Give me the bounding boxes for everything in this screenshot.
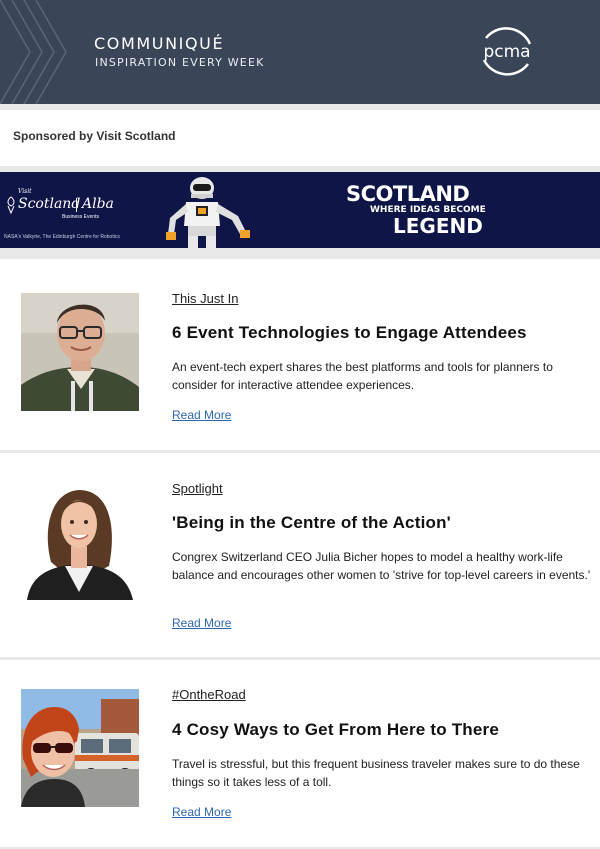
woman-portrait-photo — [21, 482, 139, 600]
banner-scotland-text: Scotland — [18, 196, 81, 212]
man-with-glasses-photo — [21, 293, 139, 411]
saltire-crest-icon — [7, 196, 15, 214]
sponsor-label: Sponsored by Visit Scotland — [13, 129, 176, 143]
article-card: Spotlight 'Being in the Centre of the Ac… — [0, 453, 600, 657]
chevron-decoration-icon — [0, 0, 67, 104]
visit-scotland-banner[interactable]: Visit Scotland Alba Business Events NASA… — [0, 172, 600, 248]
article-title[interactable]: 6 Event Technologies to Engage Attendees — [172, 323, 527, 343]
article-category-link[interactable]: #OntheRoad — [172, 687, 246, 702]
article-description: Congrex Switzerland CEO Julia Bicher hop… — [172, 550, 591, 582]
newsletter-title: COMMUNIQUÉ — [94, 34, 225, 53]
read-more-link[interactable]: Read More — [172, 408, 231, 422]
article-card: #OntheRoad 4 Cosy Ways to Get From Here … — [0, 660, 600, 847]
newsletter-header: COMMUNIQUÉ INSPIRATION EVERY WEEK pcma — [0, 0, 600, 104]
pcma-logo[interactable]: pcma — [474, 24, 538, 80]
article-title[interactable]: 4 Cosy Ways to Get From Here to There — [172, 720, 499, 740]
article-thumbnail[interactable] — [21, 689, 139, 807]
article-description: Travel is stressful, but this frequent b… — [172, 757, 580, 789]
banner-logo-divider — [76, 198, 77, 212]
article-category-link[interactable]: Spotlight — [172, 481, 223, 496]
sponsor-bar: Sponsored by Visit Scotland — [0, 110, 600, 166]
article-title[interactable]: 'Being in the Centre of the Action' — [172, 513, 451, 533]
pcma-logo-text: pcma — [483, 42, 530, 62]
newsletter-page: COMMUNIQUÉ INSPIRATION EVERY WEEK pcma S… — [0, 0, 600, 849]
read-more-link[interactable]: Read More — [172, 805, 231, 819]
newsletter-tagline: INSPIRATION EVERY WEEK — [95, 56, 265, 69]
banner-legend: LEGEND — [393, 214, 483, 238]
traveler-selfie-photo — [21, 689, 139, 807]
article-description: An event-tech expert shares the best pla… — [172, 360, 553, 392]
banner-business-events: Business Events — [62, 214, 99, 220]
banner-caption: NASA's Valkyrie, The Edinburgh Centre fo… — [4, 234, 120, 240]
read-more-link[interactable]: Read More — [172, 616, 231, 630]
banner-headline: SCOTLAND — [346, 182, 470, 206]
article-thumbnail[interactable] — [21, 482, 139, 600]
article-thumbnail[interactable] — [21, 293, 139, 411]
article-category-link[interactable]: This Just In — [172, 291, 238, 306]
banner-alba-text: Alba — [82, 196, 114, 212]
article-card: This Just In 6 Event Technologies to Eng… — [0, 259, 600, 450]
robot-illustration — [166, 177, 250, 248]
banner-visit-text: Visit — [18, 188, 32, 195]
